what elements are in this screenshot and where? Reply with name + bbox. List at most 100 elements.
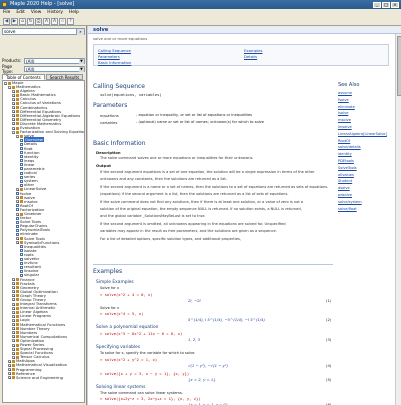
see-also-link[interactable]: LinearAlgebra[LinearSolve] [338,131,396,138]
expand-icon[interactable]: + [16,196,19,200]
expand-icon[interactable]: + [12,93,15,97]
expand-icon[interactable]: + [12,339,15,343]
pagetype-select[interactable]: (All) ▼ [24,65,85,72]
expand-icon[interactable]: + [12,335,15,339]
see-also-link[interactable]: RootOf [338,138,396,145]
expand-icon[interactable]: + [12,306,15,310]
see-also-link[interactable]: dsolve [338,185,396,192]
expand-icon[interactable]: + [12,314,15,318]
expand-icon[interactable]: + [12,302,15,306]
expand-icon[interactable]: + [8,372,11,376]
link-details[interactable]: Details [244,54,257,59]
expand-icon[interactable]: + [8,363,11,367]
see-also-link[interactable]: allvalues [338,172,396,179]
see-also-link[interactable]: fsolve [338,97,396,104]
expand-icon[interactable]: + [12,294,15,298]
expand-icon[interactable]: + [12,290,15,294]
menu-edit[interactable]: Edit [16,9,25,16]
example-input[interactable]: > solve(x^4 = 5, x) [100,311,143,316]
menu-file[interactable]: File [3,9,10,16]
expand-icon[interactable]: + [12,110,15,114]
book-icon [16,101,19,105]
expand-icon[interactable]: + [12,318,15,322]
vertical-scrollbar[interactable] [395,34,401,405]
expand-icon[interactable]: + [12,331,15,335]
expand-icon[interactable]: + [12,278,15,281]
see-also-link[interactable]: solve/details [338,144,396,151]
expand-icon[interactable]: + [16,241,19,245]
link-parameters[interactable]: Parameters [98,54,120,59]
expand-icon[interactable]: + [12,298,15,302]
see-also-link[interactable]: Student [338,178,396,185]
help-icon[interactable]: ? [67,17,74,25]
expand-icon[interactable]: + [12,89,15,93]
see-also-link[interactable]: SolveTools [338,165,396,172]
expand-icon[interactable]: + [12,343,15,347]
expand-icon[interactable]: + [12,282,15,285]
link-basic-information[interactable]: Basic Information [98,60,131,65]
link-examples[interactable]: Examples [244,48,262,53]
expand-icon[interactable]: + [12,355,15,359]
see-also-link[interactable]: solve/float [338,206,396,213]
see-also-link[interactable]: identity [338,151,396,158]
link-calling-sequence[interactable]: Calling Sequence [98,48,131,53]
expand-icon[interactable]: + [12,101,15,105]
expand-icon[interactable]: + [12,126,15,130]
expand-icon[interactable]: + [12,286,15,290]
tree-item[interactable]: + Science and Engineering [3,375,84,380]
products-select[interactable]: (All) ▼ [24,57,85,64]
expand-icon[interactable]: + [16,212,19,216]
expand-icon[interactable]: + [12,118,15,122]
see-also-link[interactable]: isolve [338,110,396,117]
bookmark-icon[interactable]: ☆ [59,17,66,25]
print-icon[interactable]: ⎙ [35,17,42,25]
example-input[interactable]: > solve(x^3 − 6x^2 + 11x − 6 = 0, x) [100,331,182,336]
example-note: To solve for x, specify the variable for… [100,351,196,355]
expand-icon[interactable]: + [12,347,15,351]
expand-icon[interactable]: + [12,351,15,355]
collapse-icon[interactable]: − [8,85,11,89]
expand-icon[interactable]: + [12,106,15,109]
example-input[interactable]: > solve(x^2 + 4 = 0, x) [100,292,153,297]
back-icon[interactable]: ◀ [3,17,10,25]
expand-icon[interactable]: + [12,122,15,126]
menu-view[interactable]: View [31,9,41,16]
expand-icon[interactable]: + [16,187,19,191]
see-also-link[interactable]: PDEtools [338,158,396,165]
expand-icon[interactable]: + [8,376,11,380]
expand-icon[interactable]: + [12,114,15,118]
font-larger-icon[interactable]: A [43,17,50,25]
maximize-button[interactable]: □ [382,1,390,8]
expand-icon[interactable]: + [12,327,15,331]
expand-icon[interactable]: + [12,323,15,326]
see-also-link[interactable]: solve/system [338,199,396,206]
collapse-icon[interactable]: − [4,81,7,85]
expand-icon[interactable]: + [16,200,19,204]
see-also-link[interactable]: msolve [338,117,396,124]
home-icon[interactable]: ⌂ [19,17,26,25]
expand-icon[interactable]: + [16,237,19,240]
example-input[interactable]: > solve({x + y = 3, x − y = 1}, {x, y}) [100,371,189,376]
font-smaller-icon[interactable]: A [51,17,58,25]
search-icon[interactable]: ⌕ [76,29,84,35]
forward-icon[interactable]: ▶ [11,17,18,25]
expand-icon[interactable]: + [12,310,15,314]
minimize-button[interactable]: _ [373,1,381,8]
scrollbar-thumb[interactable] [396,36,401,96]
expand-icon[interactable]: + [12,97,15,101]
see-also-link[interactable]: eliminate [338,104,396,111]
refresh-icon[interactable]: ↻ [27,17,34,25]
collapse-icon[interactable]: − [12,130,15,134]
menu-help[interactable]: Help [69,9,79,16]
collapse-icon[interactable]: − [16,134,19,138]
see-also-link[interactable]: assume [338,90,396,97]
example-input[interactable]: > solve({x+2y−z = 3, 2x−y+z = 1}, {x, y,… [100,396,201,401]
example-input[interactable]: > solve(x^2 + y^2 = 1, x) [100,357,157,362]
expand-icon[interactable]: + [8,368,11,371]
close-button[interactable]: × [391,1,399,8]
menu-history[interactable]: History [47,9,63,16]
see-also-link[interactable]: pdsolve [338,192,396,199]
see-also-link[interactable]: linsolve [338,124,396,131]
search-input[interactable] [3,29,69,35]
expand-icon[interactable]: + [8,359,11,363]
